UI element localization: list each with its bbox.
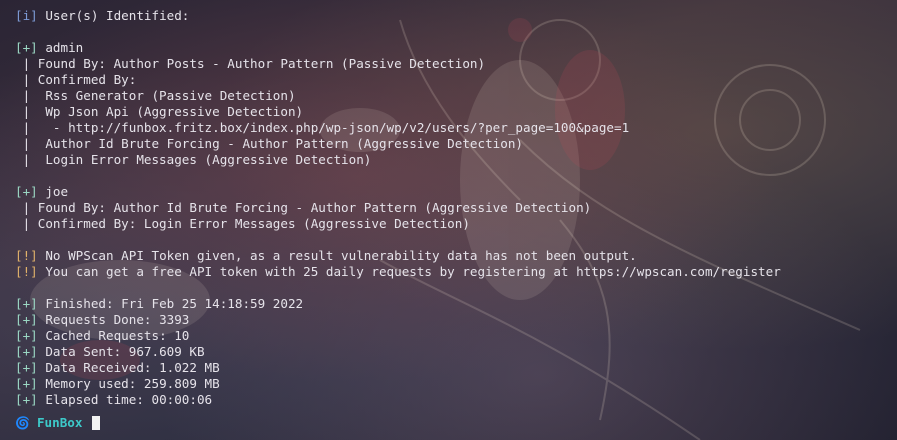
- output-line: | - http://funbox.fritz.box/index.php/wp…: [15, 120, 897, 136]
- spiral-icon: 🌀: [15, 416, 30, 430]
- line-text: Memory used: 259.809 MB: [37, 376, 220, 391]
- line-text: | Wp Json Api (Aggressive Detection): [15, 104, 304, 119]
- output-line: [+] Finished: Fri Feb 25 14:18:59 2022: [15, 296, 897, 312]
- output-line: | Found By: Author Posts - Author Patter…: [15, 56, 897, 72]
- output-line: [+] Data Sent: 967.609 KB: [15, 344, 897, 360]
- prompt-hostname: FunBox: [36, 415, 83, 430]
- output-line: [!] You can get a free API token with 25…: [15, 264, 897, 280]
- status-tag: [+]: [15, 296, 38, 311]
- status-tag: [+]: [15, 392, 38, 407]
- status-tag: [+]: [15, 184, 38, 199]
- status-tag: [+]: [15, 360, 38, 375]
- line-text: User(s) Identified:: [37, 8, 190, 23]
- line-text: | Confirmed By: Login Error Messages (Ag…: [15, 216, 470, 231]
- line-text: joe: [37, 184, 69, 199]
- line-text: Cached Requests: 10: [37, 328, 190, 343]
- status-tag: [+]: [15, 312, 38, 327]
- status-tag: [!]: [15, 248, 38, 263]
- output-line: [!] No WPScan API Token given, as a resu…: [15, 248, 897, 264]
- line-text: | Found By: Author Posts - Author Patter…: [15, 56, 486, 71]
- status-tag: [+]: [15, 376, 38, 391]
- line-text: admin: [37, 40, 84, 55]
- output-line: | Login Error Messages (Aggressive Detec…: [15, 152, 897, 168]
- output-line: | Rss Generator (Passive Detection): [15, 88, 897, 104]
- output-line: | Wp Json Api (Aggressive Detection): [15, 104, 897, 120]
- status-tag: [i]: [15, 8, 38, 23]
- line-text: You can get a free API token with 25 dai…: [37, 264, 781, 279]
- status-tag: [+]: [15, 344, 38, 359]
- output-line: [+] joe: [15, 184, 897, 200]
- line-text: No WPScan API Token given, as a result v…: [37, 248, 637, 263]
- output-line: [+] Requests Done: 3393: [15, 312, 897, 328]
- line-text: | Found By: Author Id Brute Forcing - Au…: [15, 200, 592, 215]
- output-line: | Confirmed By: Login Error Messages (Ag…: [15, 216, 897, 232]
- output-line: | Found By: Author Id Brute Forcing - Au…: [15, 200, 897, 216]
- line-text: Elapsed time: 00:00:06: [37, 392, 213, 407]
- line-text: | Rss Generator (Passive Detection): [15, 88, 296, 103]
- line-text: | - http://funbox.fritz.box/index.php/wp…: [15, 120, 630, 135]
- output-line: | Confirmed By:: [15, 72, 897, 88]
- output-line: [+] Memory used: 259.809 MB: [15, 376, 897, 392]
- shell-prompt[interactable]: 🌀 FunBox: [15, 415, 101, 431]
- status-tag: [+]: [15, 328, 38, 343]
- line-text: Finished: Fri Feb 25 14:18:59 2022: [37, 296, 304, 311]
- status-tag: [+]: [15, 40, 38, 55]
- status-tag: [!]: [15, 264, 38, 279]
- line-text: Requests Done: 3393: [37, 312, 190, 327]
- text-cursor: [92, 416, 101, 430]
- output-line: [+] Data Received: 1.022 MB: [15, 360, 897, 376]
- output-line: | Author Id Brute Forcing - Author Patte…: [15, 136, 897, 152]
- terminal-window[interactable]: [i] User(s) Identified: [+] admin | Found…: [0, 0, 897, 440]
- output-line: [+] Cached Requests: 10: [15, 328, 897, 344]
- line-text: | Author Id Brute Forcing - Author Patte…: [15, 136, 523, 151]
- output-line: [i] User(s) Identified:: [15, 8, 897, 24]
- terminal-output: [i] User(s) Identified: [+] admin | Found…: [0, 0, 897, 408]
- line-text: | Login Error Messages (Aggressive Detec…: [15, 152, 372, 167]
- output-line: [+] Elapsed time: 00:00:06: [15, 392, 897, 408]
- line-text: Data Received: 1.022 MB: [37, 360, 220, 375]
- line-text: Data Sent: 967.609 KB: [37, 344, 205, 359]
- line-text: | Confirmed By:: [15, 72, 137, 87]
- output-line: [+] admin: [15, 40, 897, 56]
